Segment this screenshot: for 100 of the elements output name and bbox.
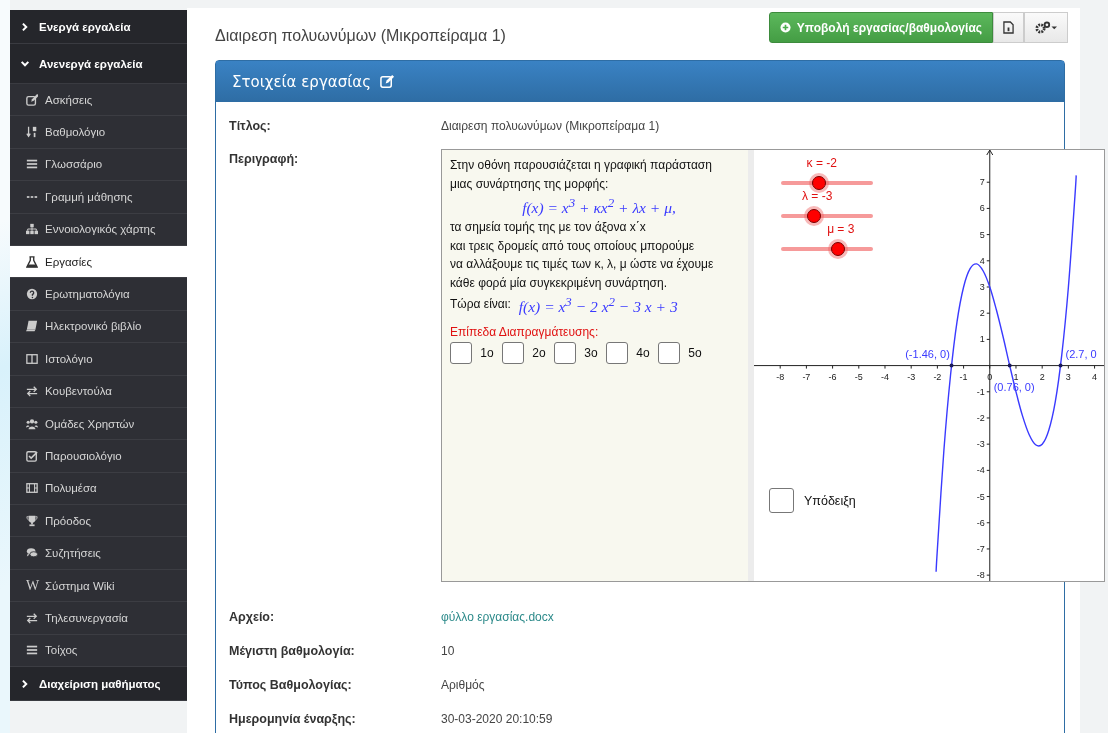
level-checkbox[interactable]	[450, 342, 472, 365]
trophy-icon	[26, 514, 38, 527]
x-tick-label: 2	[1039, 371, 1045, 382]
field-label: Τύπος Βαθμολογίας:	[229, 678, 353, 692]
exchange-icon	[26, 385, 38, 398]
page-title: Διαιρεση πολυωνύμων (Μικροπείραμα 1)	[215, 27, 506, 45]
current-label: Τώρα είναι:	[450, 296, 511, 314]
intersection-point	[1058, 363, 1063, 368]
level-label: 3ο	[583, 346, 599, 361]
document-button[interactable]	[993, 12, 1024, 43]
hint-label: Υπόδειξη	[804, 493, 856, 508]
chevron-down-icon	[20, 58, 30, 69]
level-label: 4ο	[635, 346, 651, 361]
flask-icon	[26, 255, 38, 268]
field-label: Τίτλος:	[229, 118, 272, 133]
columns-icon	[26, 352, 38, 365]
level-label: 5ο	[687, 346, 703, 361]
y-tick-label: 4	[979, 255, 985, 266]
level-checkbox[interactable]	[606, 342, 628, 365]
y-tick-label: 6	[979, 203, 985, 214]
level-checkbox[interactable]	[502, 342, 524, 365]
chevron-right-icon	[20, 678, 30, 689]
formula: f(x) = x$^{3}$ + κx$^{2}$ + λx + μ,	[521, 194, 677, 219]
slider-thumb[interactable]	[807, 209, 822, 223]
x-tick-label: -7	[802, 371, 811, 382]
y-tick-label: 1	[979, 334, 985, 345]
list-icon	[26, 644, 38, 657]
x-tick-label: 3	[1065, 371, 1071, 382]
field-label: Μέγιστη βαθμολογία:	[229, 644, 356, 658]
comments-icon	[26, 547, 38, 560]
intersection-point	[949, 363, 954, 368]
edit-icon	[26, 93, 38, 106]
levels-title: Επίπεδα Διαπραγμάτευσης:	[450, 325, 600, 340]
slider-track[interactable]	[781, 207, 873, 225]
x-tick-label: 4	[1092, 371, 1098, 382]
edit-icon[interactable]	[379, 74, 395, 89]
y-tick-label: -3	[976, 439, 985, 450]
field-value: 10	[441, 644, 455, 658]
x-tick-label: -6	[828, 371, 837, 382]
sidebar-section-header[interactable]: Διαχείριση μαθήματος	[10, 667, 187, 702]
document-icon	[1003, 21, 1014, 34]
description-text: τα σημεία τομής της με τον άξονα x΄x και τρεις δρομείς από τους οποίους μπορούμε να αλλάξουμε τις τιμές των κ, λ, μ ώστε να έχουμε κάθε φορά μία συγκεκριμένη συνάρτηση.	[450, 219, 715, 292]
level-label: 1ο	[479, 346, 495, 361]
y-tick-label: 7	[979, 177, 985, 188]
x-tick-label: -3	[907, 371, 916, 382]
slider-label: λ = -3	[801, 189, 833, 203]
checkbox-icon	[26, 450, 38, 462]
y-tick-label: -5	[976, 491, 985, 502]
sidebar-section-header[interactable]: Ενεργά εργαλεία	[10, 10, 187, 44]
question-icon	[26, 288, 38, 301]
field-label: Αρχείο:	[229, 610, 276, 624]
slider-label: κ = -2	[806, 156, 837, 170]
x-tick-label: 1	[1013, 371, 1019, 382]
current-formula: f(x) = x$^{3}$ − 2 x$^{2}$ − 3 x + 3	[518, 293, 678, 318]
y-tick-label: 5	[979, 229, 985, 240]
exchange-icon	[26, 611, 38, 624]
slider-thumb[interactable]	[831, 242, 846, 256]
slider-label: μ = 3	[827, 222, 855, 236]
point-label: (-1.46, 0)	[905, 347, 950, 360]
level-checkbox[interactable]	[658, 342, 680, 365]
level-label: 2ο	[531, 346, 547, 361]
sitemap-icon	[26, 223, 38, 236]
field-value: Αριθμός	[441, 678, 485, 692]
y-tick-label: 2	[979, 308, 985, 319]
field-value: 30-03-2020 20:10:59	[441, 712, 553, 726]
y-tick-label: -8	[976, 570, 985, 581]
level-checkbox[interactable]	[554, 342, 576, 365]
y-tick-label: -4	[976, 465, 985, 476]
list-icon	[26, 158, 38, 171]
x-tick-label: -4	[881, 371, 889, 382]
y-tick-label: 3	[979, 282, 985, 292]
slider-thumb[interactable]	[811, 176, 826, 190]
chevron-right-icon	[20, 21, 30, 32]
x-tick-label: 0	[987, 371, 993, 382]
wiki-icon: W	[26, 577, 38, 594]
field-label: Ημερομηνία έναρξης:	[229, 712, 357, 726]
y-tick-label: -7	[976, 543, 985, 554]
slider-track[interactable]	[781, 174, 873, 192]
users-icon	[26, 417, 38, 430]
book-icon	[26, 320, 38, 333]
film-icon	[26, 482, 38, 495]
y-tick-label: -1	[976, 386, 985, 397]
hint-checkbox[interactable]	[769, 488, 794, 513]
point-label: (2.7, 0	[1065, 347, 1097, 360]
y-tick-label: -2	[976, 412, 985, 423]
y-tick-label: -6	[976, 517, 985, 528]
plus-circle-icon	[779, 22, 791, 33]
sidebar-item[interactable]: Εργασίες	[10, 245, 187, 279]
x-tick-label: -2	[933, 371, 942, 382]
x-tick-label: -8	[776, 371, 785, 382]
settings-dropdown-button[interactable]	[1024, 12, 1068, 43]
gears-icon	[1035, 21, 1057, 34]
file-link[interactable]: φύλλο εργασίας.docx	[441, 610, 554, 624]
field-label: Περιγραφή:	[229, 151, 300, 166]
field-value: Διαιρεση πολυωνύμων (Μικροπείραμα 1)	[441, 118, 660, 133]
x-tick-label: -1	[959, 371, 968, 382]
sidebar-section-header[interactable]: Ανενεργά εργαλεία	[10, 44, 187, 84]
sort-icon	[26, 126, 38, 139]
intro-text: Στην οθόνη παρουσιάζεται η γραφική παράσταση μιας συνάρτησης της μορφής:	[450, 157, 713, 193]
intersection-point	[1007, 363, 1012, 368]
